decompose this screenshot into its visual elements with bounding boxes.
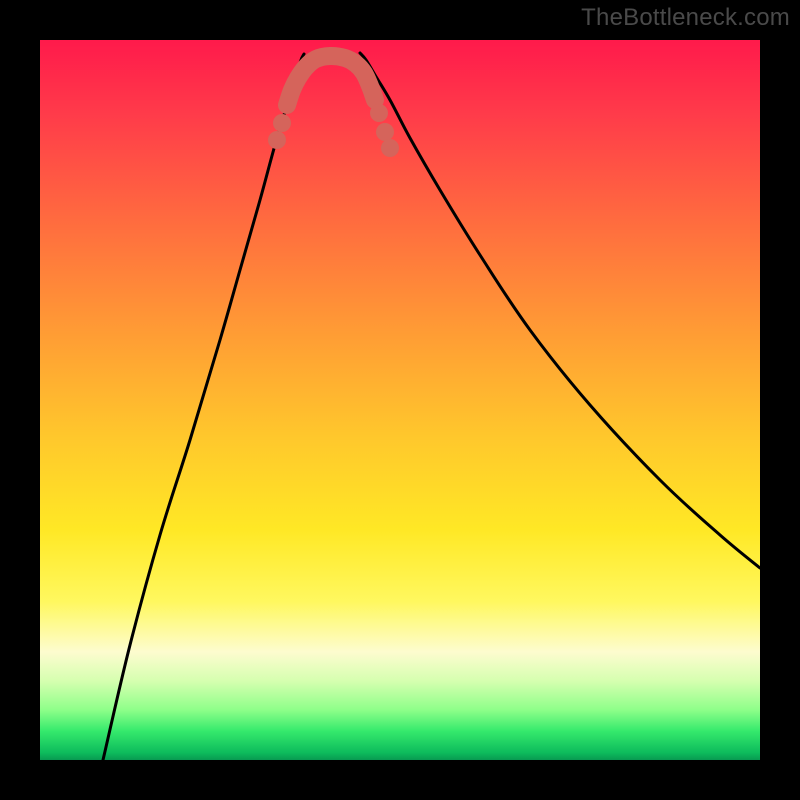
marker-dot: [370, 104, 388, 122]
marker-dot: [268, 131, 286, 149]
marker-dot: [376, 123, 394, 141]
watermark-text: TheBottleneck.com: [581, 4, 790, 32]
chart-frame: TheBottleneck.com: [0, 0, 800, 800]
chart-svg: [40, 40, 760, 760]
curve-curve-left: [103, 54, 304, 760]
curve-curve-right: [360, 53, 760, 568]
marker-segment: [287, 56, 375, 105]
marker-dot: [381, 139, 399, 157]
chart-plot-area: [40, 40, 760, 760]
marker-dot: [273, 114, 291, 132]
